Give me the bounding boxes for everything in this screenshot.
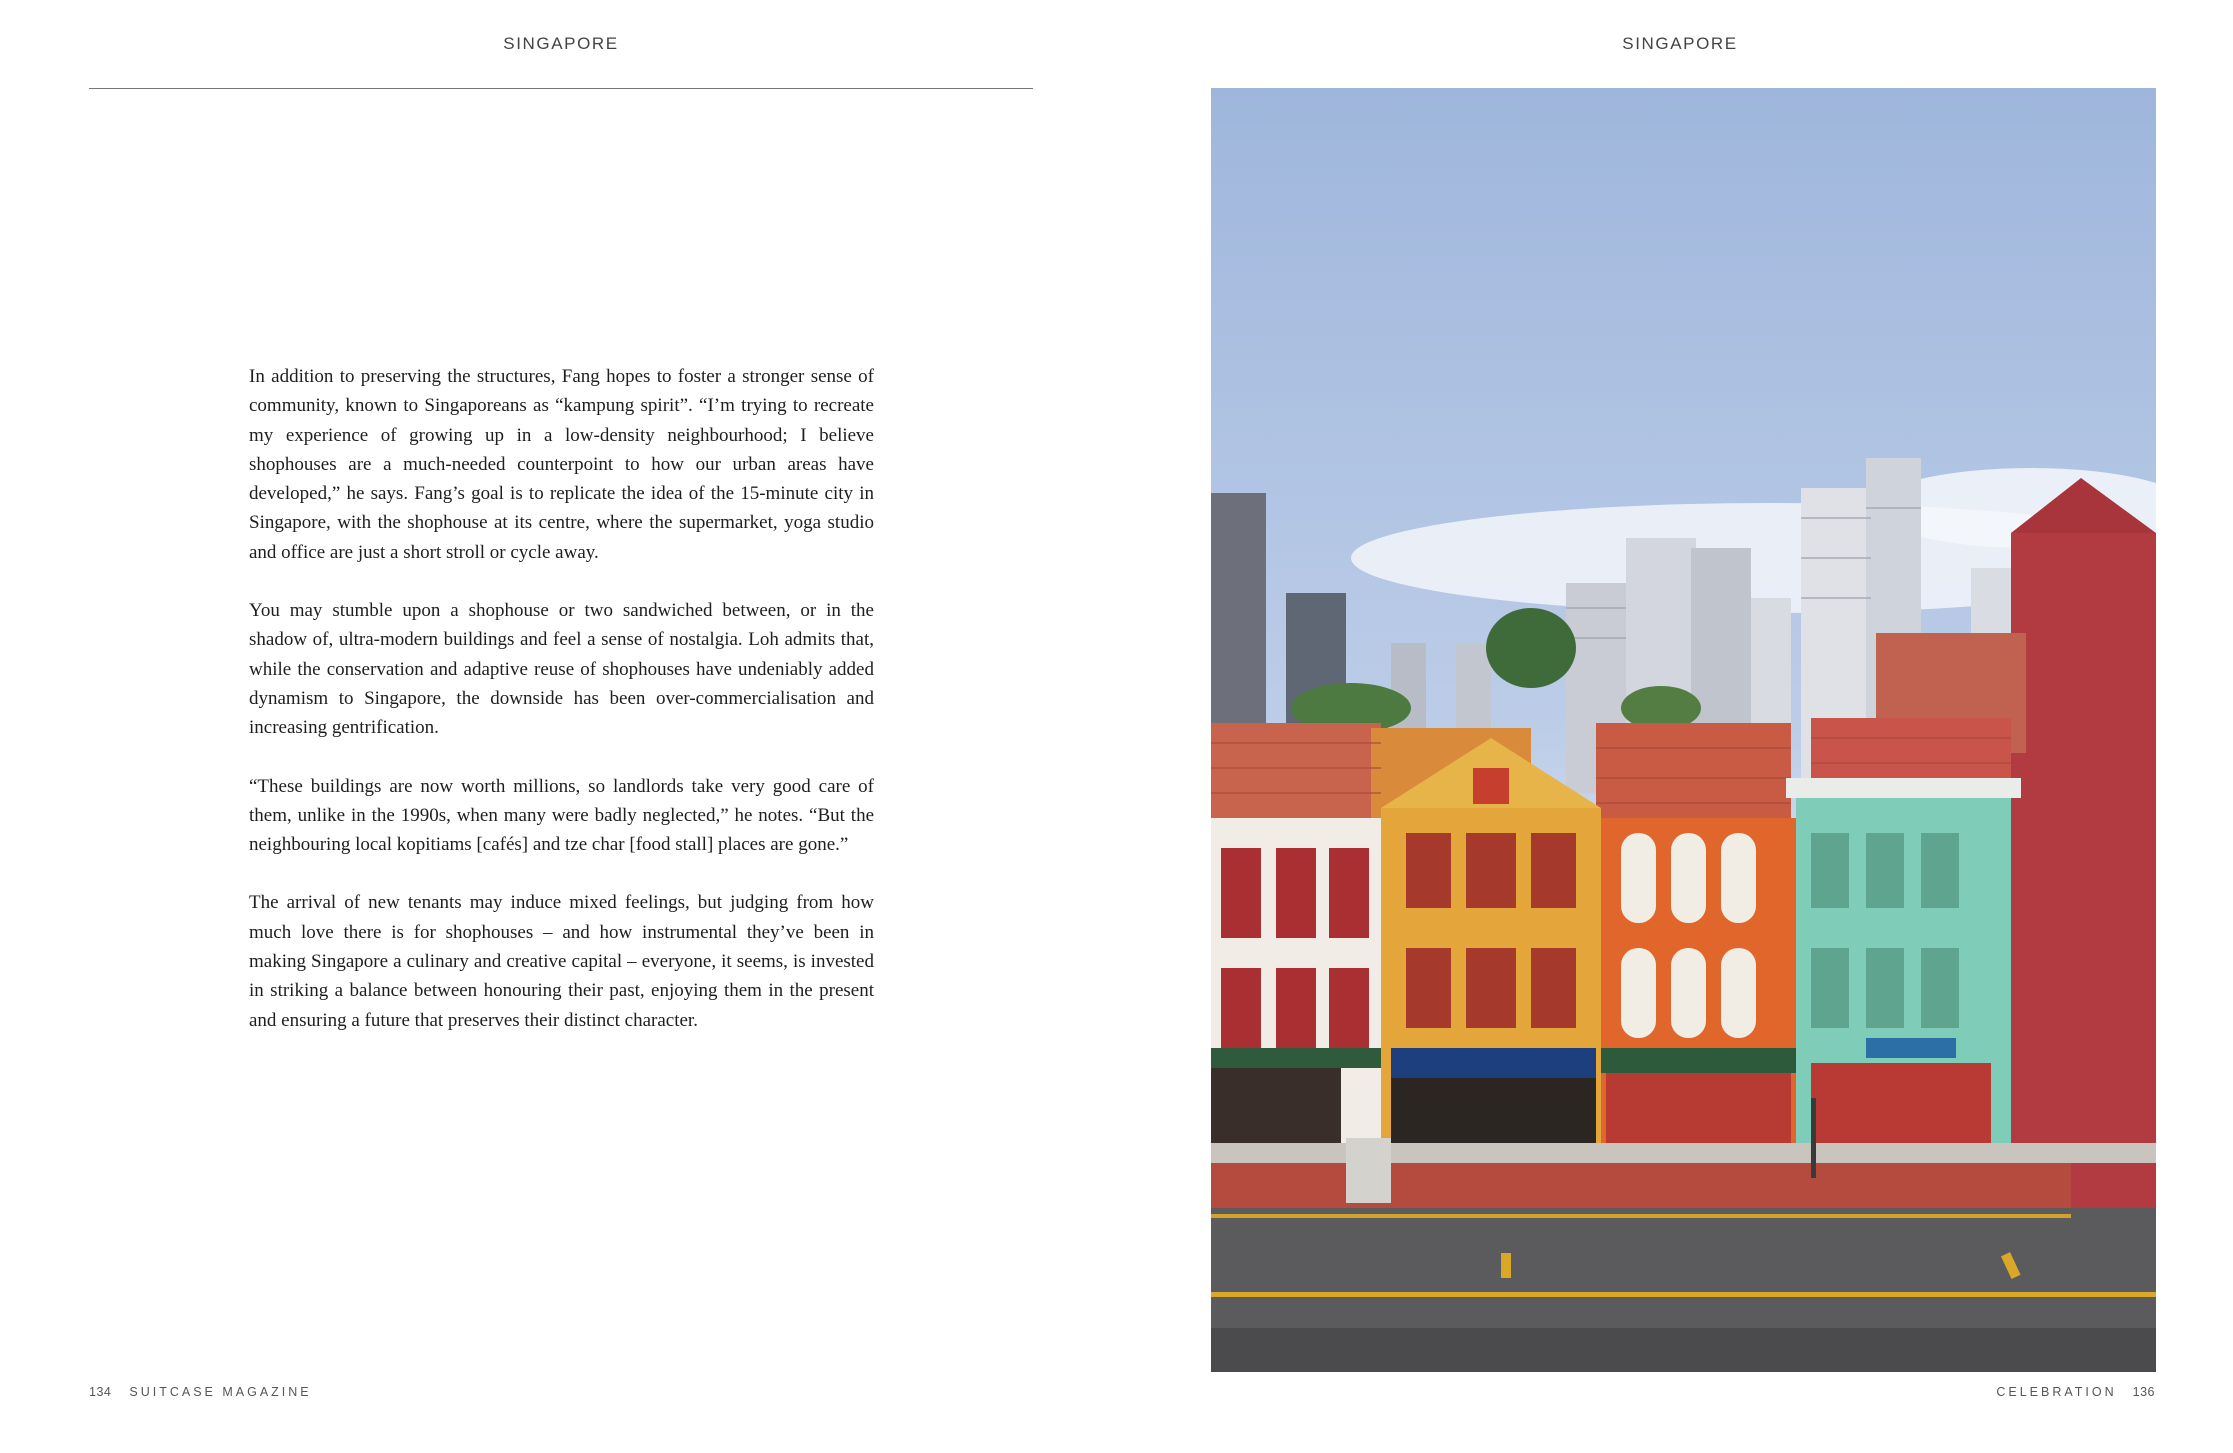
- header-rule: [89, 88, 1033, 89]
- paragraph-3: “These buildings are now worth millions,…: [249, 775, 874, 856]
- paragraph-4: The arrival of new tenants may induce mi…: [249, 892, 874, 1031]
- running-head-left: SINGAPORE: [503, 34, 619, 53]
- running-head-right: SINGAPORE: [1622, 34, 1738, 53]
- shophouses-photo: [1211, 88, 2156, 1372]
- folio-left: 134 SUITCASE MAGAZINE: [89, 1385, 312, 1399]
- page-number-left: 134: [89, 1385, 112, 1399]
- magazine-title: SUITCASE MAGAZINE: [129, 1385, 312, 1399]
- article-body: In addition to preserving the structures…: [249, 362, 874, 1064]
- paragraph-1: In addition to preserving the structures…: [249, 366, 874, 563]
- paragraph-2: You may stumble upon a shophouse or two …: [249, 600, 874, 739]
- folio-right: CELEBRATION 136: [1996, 1385, 2155, 1399]
- section-title: CELEBRATION: [1996, 1385, 2117, 1399]
- page-number-right: 136: [2132, 1385, 2155, 1399]
